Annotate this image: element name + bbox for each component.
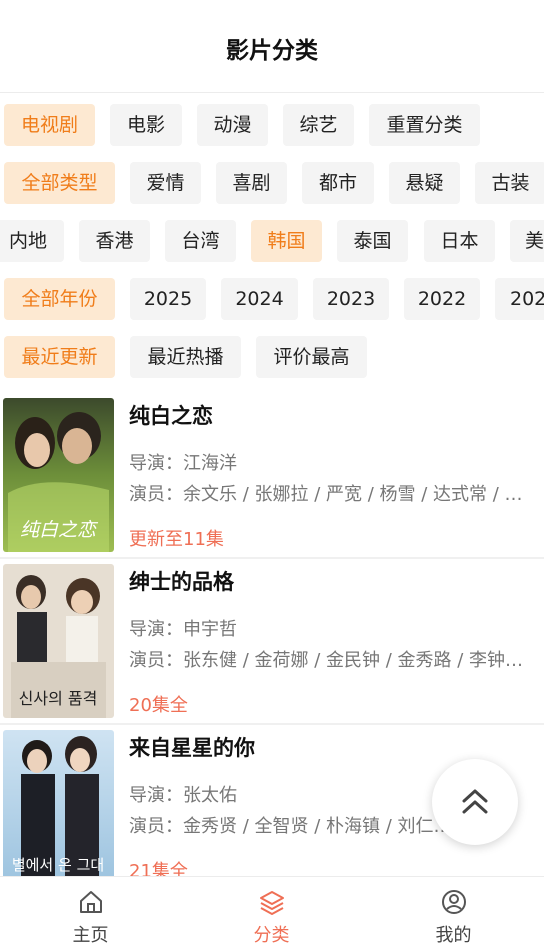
filter-category-anime[interactable]: 动漫 [197, 104, 268, 146]
tab-home-label: 主页 [72, 925, 109, 946]
poster-image[interactable]: 별에서 온 그대 [3, 730, 114, 884]
tab-mine[interactable]: 我的 [363, 877, 544, 950]
sort-filter-row: 最近更新 最近热播 评价最高 [0, 336, 544, 378]
layers-icon [259, 891, 284, 915]
poster-image[interactable]: 纯白之恋 [3, 398, 114, 552]
item-director: 导演：申宇哲 [129, 619, 237, 640]
tab-home[interactable]: 主页 [0, 877, 181, 950]
filter-year-2024[interactable]: 2024 [221, 278, 298, 320]
filter-category-variety[interactable]: 综艺 [283, 104, 354, 146]
filter-region-thailand[interactable]: 泰国 [337, 220, 408, 262]
filter-year-all[interactable]: 全部年份 [4, 278, 115, 320]
region-filter-row: 内地 香港 台湾 韩国 泰国 日本 美 [0, 220, 544, 262]
filter-category-tv[interactable]: 电视剧 [4, 104, 95, 146]
filter-year-2022[interactable]: 2022 [404, 278, 480, 320]
filter-year-2023[interactable]: 2023 [313, 278, 389, 320]
item-actors: 演员：余文乐 / 张娜拉 / 严宽 / 杨雪 / 达式常 / 王… [129, 484, 529, 505]
filter-region-mainland[interactable]: 内地 [0, 220, 64, 262]
filter-genre-all[interactable]: 全部类型 [4, 162, 115, 204]
user-circle-icon [441, 890, 466, 914]
filter-category-movie[interactable]: 电影 [110, 104, 182, 146]
item-director: 导演：张太佑 [129, 785, 237, 806]
genre-filter-row: 全部类型 爱情 喜剧 都市 悬疑 古装 [0, 162, 544, 204]
filter-region-japan[interactable]: 日本 [424, 220, 495, 262]
item-status: 20集全 [129, 695, 188, 716]
poster-image[interactable]: 신사의 품격 [3, 564, 114, 718]
item-title[interactable]: 来自星星的你 [129, 732, 255, 762]
item-title[interactable]: 绅士的品格 [129, 566, 234, 596]
tab-category-label: 分类 [253, 925, 290, 946]
filter-genre-suspense[interactable]: 悬疑 [389, 162, 460, 204]
year-filter-row: 全部年份 2025 2024 2023 2022 202 [0, 278, 544, 320]
item-actors: 演员：张东健 / 金荷娜 / 金民钟 / 金秀路 / 李钟… [129, 650, 524, 671]
filter-year-2025[interactable]: 2025 [130, 278, 206, 320]
sort-latest-update[interactable]: 最近更新 [4, 336, 115, 378]
double-chevron-up-icon [462, 789, 488, 814]
tab-category[interactable]: 分类 [181, 877, 362, 950]
page-title: 影片分类 [226, 38, 318, 64]
filter-genre-urban[interactable]: 都市 [302, 162, 374, 204]
filter-region-taiwan[interactable]: 台湾 [165, 220, 236, 262]
filter-genre-costume[interactable]: 古装 [475, 162, 544, 204]
filter-region-korea[interactable]: 韩国 [251, 220, 322, 262]
divider [0, 723, 544, 725]
sort-recently-hot[interactable]: 最近热播 [130, 336, 241, 378]
list-item[interactable]: 纯白之恋 纯白之恋 导演：江海洋 演员：余文乐 / 张娜拉 / 严宽 / 杨雪 … [0, 398, 544, 564]
poster-title-text: 별에서 온 그대 [12, 856, 104, 874]
list-item[interactable]: 신사의 품격 绅士的品格 导演：申宇哲 演员：张东健 / 金荷娜 / 金民钟 /… [0, 564, 544, 730]
poster-title-text: 纯白之恋 [20, 519, 99, 541]
filter-reset-button[interactable]: 重置分类 [369, 104, 480, 146]
category-filter-row: 电视剧 电影 动漫 综艺 重置分类 [0, 104, 544, 146]
filter-region-hongkong[interactable]: 香港 [79, 220, 150, 262]
filter-year-2021[interactable]: 202 [495, 278, 544, 320]
item-status: 更新至11集 [129, 529, 224, 550]
poster-title-text: 신사의 품격 [19, 689, 98, 708]
app-header: 影片分类 [0, 0, 544, 93]
item-title[interactable]: 纯白之恋 [129, 400, 213, 430]
bottom-tab-bar: 主页 分类 我的 [0, 876, 544, 949]
sort-top-rated[interactable]: 评价最高 [256, 336, 367, 378]
filter-genre-romance[interactable]: 爱情 [130, 162, 201, 204]
tab-mine-label: 我的 [435, 925, 472, 946]
filter-genre-comedy[interactable]: 喜剧 [216, 162, 287, 204]
home-icon [79, 891, 102, 913]
filter-region-us[interactable]: 美 [510, 220, 544, 262]
item-director: 导演：江海洋 [129, 453, 237, 474]
scroll-to-top-button[interactable] [432, 759, 518, 845]
divider [0, 557, 544, 559]
